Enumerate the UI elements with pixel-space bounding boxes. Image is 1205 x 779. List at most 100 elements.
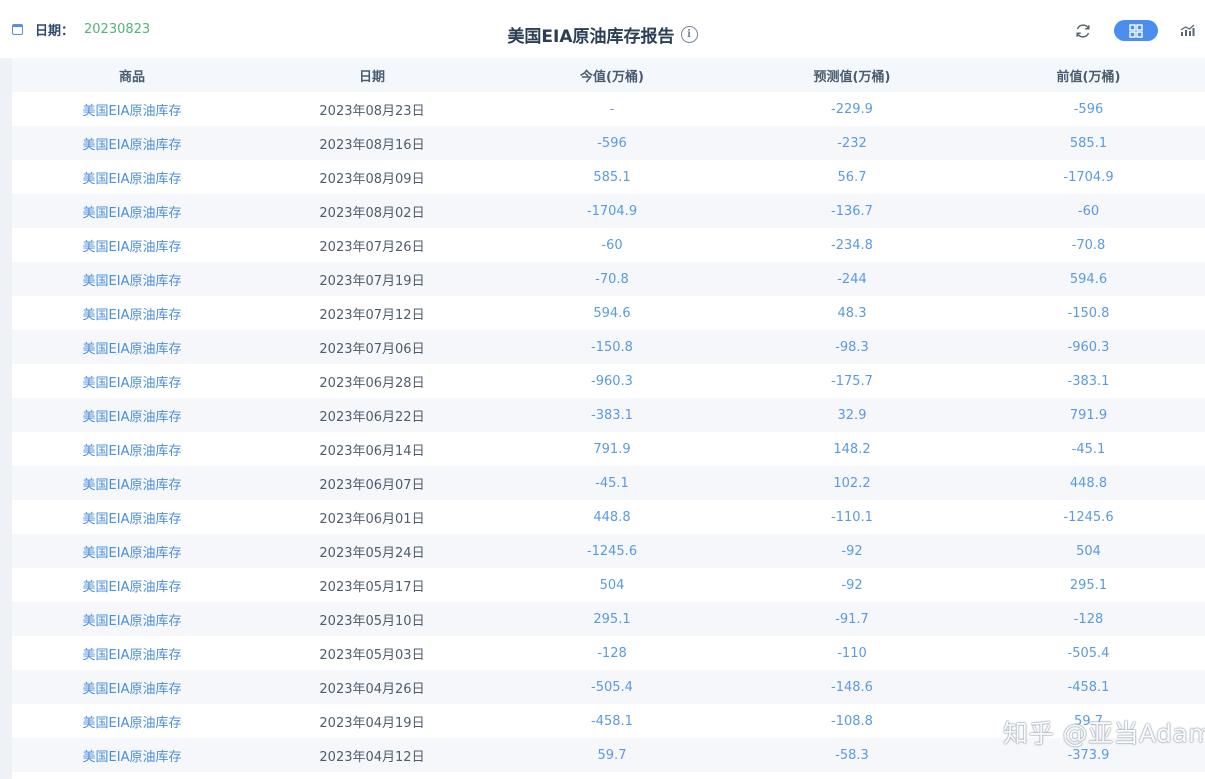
cell-previous: -1245.6 — [972, 500, 1205, 534]
cell-product[interactable]: 美国EIA原油库存 — [12, 602, 252, 636]
table-row[interactable]: 美国EIA原油库存 2023年06月14日 791.9 148.2 -45.1 — [12, 432, 1205, 466]
cell-actual: -1245.6 — [492, 534, 732, 568]
cell-actual: -1704.9 — [492, 194, 732, 228]
date-picker[interactable]: 日期： 20230823 — [12, 20, 150, 39]
cell-actual: -45.1 — [492, 466, 732, 500]
table-row[interactable]: 美国EIA原油库存 2023年07月06日 -150.8 -98.3 -960.3 — [12, 330, 1205, 364]
cell-previous: -128 — [972, 602, 1205, 636]
cell-previous: -70.8 — [972, 228, 1205, 262]
cell-product[interactable]: 美国EIA原油库存 — [12, 704, 252, 738]
cell-forecast: -92 — [732, 568, 972, 602]
cell-product[interactable]: 美国EIA原油库存 — [12, 670, 252, 704]
cell-actual: 791.9 — [492, 432, 732, 466]
cell-forecast: -98.3 — [732, 330, 972, 364]
calendar-icon — [12, 24, 23, 35]
cell-forecast: 48.3 — [732, 296, 972, 330]
table-row[interactable]: 美国EIA原油库存 2023年04月26日 -505.4 -148.6 -458.1 — [12, 670, 1205, 704]
cell-product[interactable]: 美国EIA原油库存 — [12, 228, 252, 262]
column-header: 今值(万桶) — [492, 58, 732, 92]
table-row[interactable]: 美国EIA原油库存 2023年06月28日 -960.3 -175.7 -383.1 — [12, 364, 1205, 398]
cell-actual: 504 — [492, 568, 732, 602]
cell-date: 2023年04月26日 — [252, 670, 492, 704]
cell-forecast: -232 — [732, 126, 972, 160]
chart-view-icon[interactable] — [1180, 23, 1195, 37]
cell-product[interactable]: 美国EIA原油库存 — [12, 466, 252, 500]
cell-date: 2023年07月26日 — [252, 228, 492, 262]
cell-date: 2023年08月02日 — [252, 194, 492, 228]
cell-previous: -45.1 — [972, 432, 1205, 466]
table-row[interactable]: 美国EIA原油库存 2023年05月24日 -1245.6 -92 504 — [12, 534, 1205, 568]
table-row[interactable]: 美国EIA原油库存 2023年06月07日 -45.1 102.2 448.8 — [12, 466, 1205, 500]
table-row[interactable]: 美国EIA原油库存 2023年05月03日 -128 -110 -505.4 — [12, 636, 1205, 670]
cell-previous: -960.3 — [972, 330, 1205, 364]
cell-product[interactable]: 美国EIA原油库存 — [12, 500, 252, 534]
cell-date: 2023年06月22日 — [252, 398, 492, 432]
left-sidebar-strip — [0, 58, 12, 779]
table-row[interactable]: 美国EIA原油库存 2023年08月02日 -1704.9 -136.7 -60 — [12, 194, 1205, 228]
page: 日期： 20230823 美国EIA原油库存报告 i 商品 日期 今值(万桶) … — [0, 0, 1205, 779]
data-table: 商品 日期 今值(万桶) 预测值(万桶) 前值(万桶) 美国EIA原油库存 2023年08… — [12, 58, 1205, 772]
table-row[interactable]: 美国EIA原油库存 2023年06月22日 -383.1 32.9 791.9 — [12, 398, 1205, 432]
cell-product[interactable]: 美国EIA原油库存 — [12, 262, 252, 296]
data-table-container: 商品 日期 今值(万桶) 预测值(万桶) 前值(万桶) 美国EIA原油库存 2023年08… — [12, 58, 1205, 772]
cell-product[interactable]: 美国EIA原油库存 — [12, 92, 252, 126]
grid-view-button[interactable] — [1114, 20, 1158, 41]
cell-forecast: -244 — [732, 262, 972, 296]
cell-product[interactable]: 美国EIA原油库存 — [12, 738, 252, 772]
column-header: 预测值(万桶) — [732, 58, 972, 92]
cell-actual: -128 — [492, 636, 732, 670]
cell-date: 2023年07月12日 — [252, 296, 492, 330]
cell-product[interactable]: 美国EIA原油库存 — [12, 568, 252, 602]
cell-previous: 448.8 — [972, 466, 1205, 500]
info-icon[interactable]: i — [680, 26, 698, 43]
cell-previous: 594.6 — [972, 262, 1205, 296]
cell-product[interactable]: 美国EIA原油库存 — [12, 636, 252, 670]
table-row[interactable]: 美国EIA原油库存 2023年05月10日 295.1 -91.7 -128 — [12, 602, 1205, 636]
cell-actual: 448.8 — [492, 500, 732, 534]
table-row[interactable]: 美国EIA原油库存 2023年07月26日 -60 -234.8 -70.8 — [12, 228, 1205, 262]
cell-date: 2023年06月28日 — [252, 364, 492, 398]
cell-forecast: 102.2 — [732, 466, 972, 500]
cell-product[interactable]: 美国EIA原油库存 — [12, 398, 252, 432]
cell-product[interactable]: 美国EIA原油库存 — [12, 296, 252, 330]
cell-date: 2023年06月07日 — [252, 466, 492, 500]
table-row[interactable]: 美国EIA原油库存 2023年08月09日 585.1 56.7 -1704.9 — [12, 160, 1205, 194]
cell-product[interactable]: 美国EIA原油库存 — [12, 194, 252, 228]
cell-actual: -596 — [492, 126, 732, 160]
cell-actual: 59.7 — [492, 738, 732, 772]
cell-date: 2023年06月01日 — [252, 500, 492, 534]
cell-actual: - — [492, 92, 732, 126]
grid-view-icon — [1129, 23, 1143, 38]
cell-product[interactable]: 美国EIA原油库存 — [12, 364, 252, 398]
cell-actual: -60 — [492, 228, 732, 262]
cell-product[interactable]: 美国EIA原油库存 — [12, 330, 252, 364]
refresh-icon[interactable] — [1074, 22, 1092, 40]
table-row[interactable]: 美国EIA原油库存 2023年07月19日 -70.8 -244 594.6 — [12, 262, 1205, 296]
cell-previous: -458.1 — [972, 670, 1205, 704]
cell-actual: -505.4 — [492, 670, 732, 704]
cell-product[interactable]: 美国EIA原油库存 — [12, 160, 252, 194]
cell-forecast: -234.8 — [732, 228, 972, 262]
table-row[interactable]: 美国EIA原油库存 2023年07月12日 594.6 48.3 -150.8 — [12, 296, 1205, 330]
table-row[interactable]: 美国EIA原油库存 2023年08月23日 - -229.9 -596 — [12, 92, 1205, 126]
cell-actual: 594.6 — [492, 296, 732, 330]
table-row[interactable]: 美国EIA原油库存 2023年06月01日 448.8 -110.1 -1245.6 — [12, 500, 1205, 534]
cell-actual: -960.3 — [492, 364, 732, 398]
cell-actual: -150.8 — [492, 330, 732, 364]
cell-previous: -60 — [972, 194, 1205, 228]
header: 日期： 20230823 美国EIA原油库存报告 i — [0, 0, 1205, 58]
cell-previous: -1704.9 — [972, 160, 1205, 194]
cell-date: 2023年05月17日 — [252, 568, 492, 602]
cell-actual: -458.1 — [492, 704, 732, 738]
table-row[interactable]: 美国EIA原油库存 2023年08月16日 -596 -232 585.1 — [12, 126, 1205, 160]
table-row[interactable]: 美国EIA原油库存 2023年05月17日 504 -92 295.1 — [12, 568, 1205, 602]
cell-actual: 295.1 — [492, 602, 732, 636]
cell-product[interactable]: 美国EIA原油库存 — [12, 126, 252, 160]
cell-date: 2023年08月16日 — [252, 126, 492, 160]
cell-product[interactable]: 美国EIA原油库存 — [12, 432, 252, 466]
date-value[interactable]: 20230823 — [84, 22, 150, 37]
cell-forecast: -91.7 — [732, 602, 972, 636]
cell-previous: 585.1 — [972, 126, 1205, 160]
cell-product[interactable]: 美国EIA原油库存 — [12, 534, 252, 568]
cell-date: 2023年04月12日 — [252, 738, 492, 772]
